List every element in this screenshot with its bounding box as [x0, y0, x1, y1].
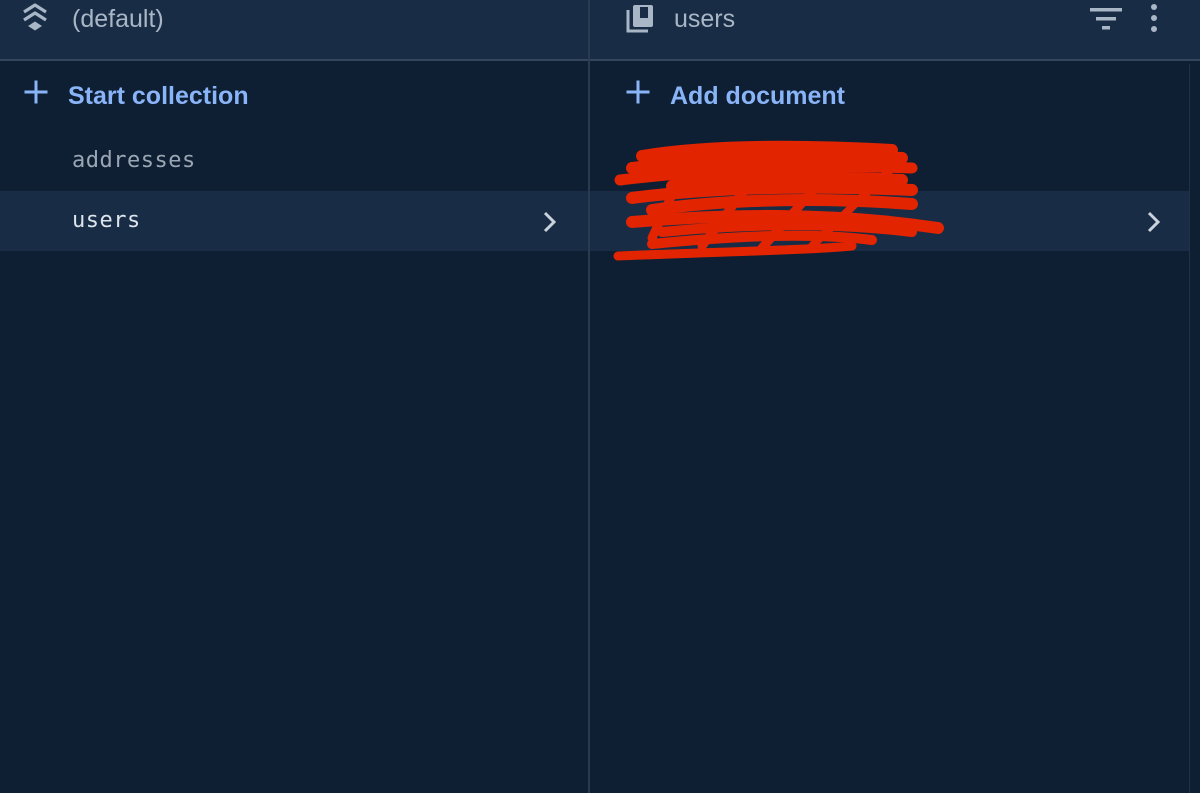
- filter-icon[interactable]: [1088, 2, 1124, 36]
- collection-label: addresses: [72, 148, 196, 173]
- collection-item-users[interactable]: users: [0, 191, 588, 251]
- chevron-right-icon: [540, 210, 560, 234]
- start-collection-button[interactable]: Start collection: [0, 76, 588, 116]
- collection-label: users: [72, 208, 141, 233]
- start-collection-label: Start collection: [68, 82, 249, 110]
- firestore-data-viewer: (default) Start collection addresses use…: [0, 0, 1200, 793]
- chevron-right-icon: [1144, 210, 1164, 234]
- collection-item-addresses[interactable]: addresses: [0, 131, 588, 191]
- collections-panel: (default) Start collection addresses use…: [0, 0, 588, 793]
- add-document-label: Add document: [670, 82, 845, 110]
- documents-panel-header: users: [590, 0, 1200, 61]
- plus-icon: [24, 80, 48, 104]
- collection-title: users: [674, 5, 736, 33]
- add-document-button[interactable]: Add document: [590, 76, 1200, 116]
- database-title: (default): [72, 5, 164, 33]
- redaction-scribble: [613, 140, 944, 261]
- collection-icon: [624, 2, 654, 34]
- collections-panel-header: (default): [0, 0, 588, 61]
- documents-panel: users Add document: [590, 0, 1200, 793]
- firestore-database-icon: [20, 2, 50, 34]
- documents-scrollbar[interactable]: [1189, 64, 1200, 793]
- more-vert-icon[interactable]: [1138, 2, 1174, 36]
- plus-icon: [626, 80, 650, 104]
